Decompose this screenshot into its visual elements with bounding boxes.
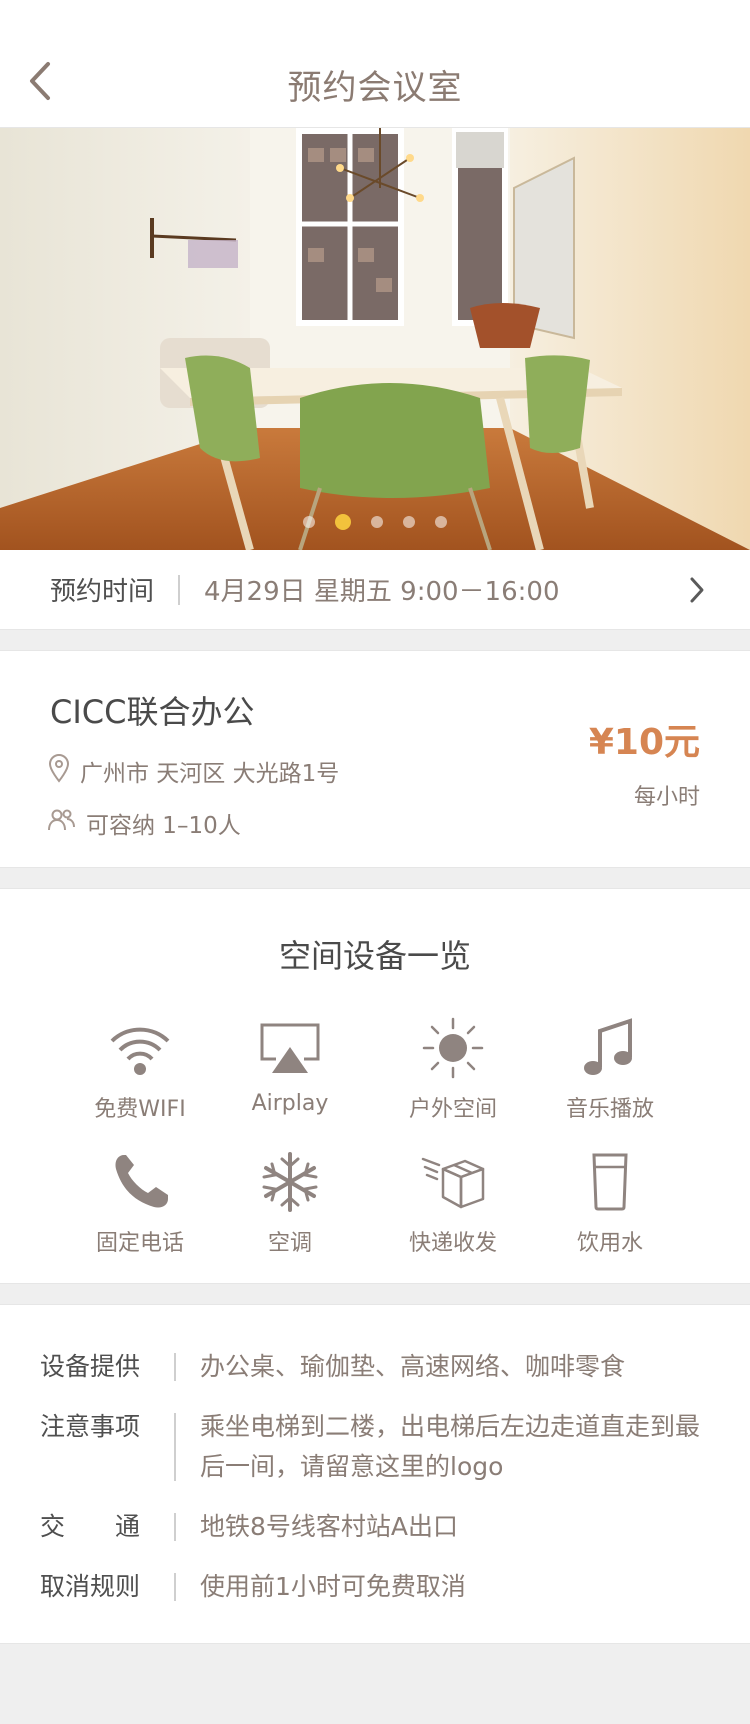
detail-value: 地铁8号线客村站A出口 <box>200 1512 459 1541</box>
divider <box>174 1413 176 1481</box>
airplay-icon <box>258 1017 322 1083</box>
detail-label: 取消规则 <box>40 1572 141 1601</box>
carousel-dot-active[interactable] <box>335 514 351 530</box>
carousel-dot[interactable] <box>403 516 415 528</box>
equipment-label: 免费WIFI <box>94 1097 186 1122</box>
equipment-item-music: 音乐播放 <box>530 1017 690 1123</box>
booking-time-label: 预约时间 <box>50 577 155 607</box>
detail-row-cancellation: 取消规则 使用前1小时可免费取消 <box>40 1567 710 1607</box>
equipment-item-outdoor: 户外空间 <box>373 1017 533 1123</box>
details-card: 设备提供 办公桌、瑜伽垫、高速网络、咖啡零食 注意事项 乘坐电梯到二楼，出电梯后… <box>0 1304 750 1644</box>
room-photo <box>0 128 750 550</box>
snowflake-icon <box>258 1151 322 1217</box>
address-line: 广州市 天河区 大光路1号 <box>48 753 339 789</box>
price-unit: 每小时 <box>633 785 700 810</box>
equipment-label: Airplay <box>251 1091 329 1116</box>
carousel-dot[interactable] <box>371 516 383 528</box>
nav-bar: 预约会议室 <box>0 0 750 128</box>
equipment-label: 音乐播放 <box>565 1097 654 1122</box>
booking-time-row[interactable]: 预约时间 4月29日 星期五 9:00－16:00 <box>0 550 750 630</box>
equipment-item-airplay: Airplay <box>210 1017 370 1116</box>
wifi-icon <box>108 1017 172 1083</box>
equipment-card: 空间设备一览 免费WIFI Airplay 户外空间 音乐播放 固定电话 空调 <box>0 888 750 1284</box>
detail-row-facilities: 设备提供 办公桌、瑜伽垫、高速网络、咖啡零食 <box>40 1347 710 1387</box>
divider <box>174 1573 176 1601</box>
equipment-label: 户外空间 <box>408 1097 497 1122</box>
detail-value: 使用前1小时可免费取消 <box>200 1572 466 1601</box>
water-cup-icon <box>578 1151 642 1217</box>
room-photo-carousel[interactable] <box>0 128 750 550</box>
detail-label: 交 通 <box>40 1512 141 1541</box>
page-title: 预约会议室 <box>287 68 463 108</box>
divider <box>174 1353 176 1381</box>
address-text: 广州市 天河区 大光路1号 <box>80 761 340 787</box>
package-icon <box>421 1151 485 1217</box>
equipment-label: 快递收发 <box>408 1231 497 1256</box>
carousel-dot[interactable] <box>303 516 315 528</box>
chevron-right-icon <box>688 576 706 608</box>
equipment-item-wifi: 免费WIFI <box>60 1017 220 1123</box>
equipment-label: 饮用水 <box>576 1231 643 1256</box>
detail-row-transport: 交 通 地铁8号线客村站A出口 <box>40 1507 710 1547</box>
detail-value: 乘坐电梯到二楼，出电梯后左边走道直走到最后一间，请留意这里的logo <box>200 1412 701 1481</box>
people-icon <box>48 808 86 838</box>
capacity-line: 可容纳 1–10人 <box>48 806 241 840</box>
divider <box>174 1513 176 1541</box>
price: ¥10元 <box>588 722 700 763</box>
detail-value: 办公桌、瑜伽垫、高速网络、咖啡零食 <box>200 1352 626 1381</box>
equipment-label: 空调 <box>267 1231 312 1256</box>
space-info-card: CICC联合办公 广州市 天河区 大光路1号 可容纳 1–10人 ¥10元 每小… <box>0 650 750 868</box>
equipment-item-phone: 固定电话 <box>60 1151 220 1257</box>
carousel-dot[interactable] <box>435 516 447 528</box>
music-icon <box>578 1017 642 1083</box>
detail-row-notice: 注意事项 乘坐电梯到二楼，出电梯后左边走道直走到最后一间，请留意这里的logo <box>40 1407 710 1487</box>
divider <box>178 574 181 605</box>
equipment-label: 固定电话 <box>95 1231 184 1256</box>
equipment-title: 空间设备一览 <box>278 937 471 975</box>
detail-label: 注意事项 <box>40 1412 141 1441</box>
carousel-indicator <box>0 514 750 530</box>
booking-time-value: 4月29日 星期五 9:00－16:00 <box>204 577 560 607</box>
equipment-item-courier: 快递收发 <box>373 1151 533 1257</box>
equipment-item-aircon: 空调 <box>210 1151 370 1257</box>
space-name: CICC联合办公 <box>50 693 255 731</box>
location-pin-icon <box>48 753 80 789</box>
phone-icon <box>108 1151 172 1217</box>
capacity-text: 可容纳 1–10人 <box>86 813 241 839</box>
equipment-item-water: 饮用水 <box>530 1151 690 1257</box>
detail-label: 设备提供 <box>40 1352 141 1381</box>
sun-icon <box>421 1017 485 1083</box>
